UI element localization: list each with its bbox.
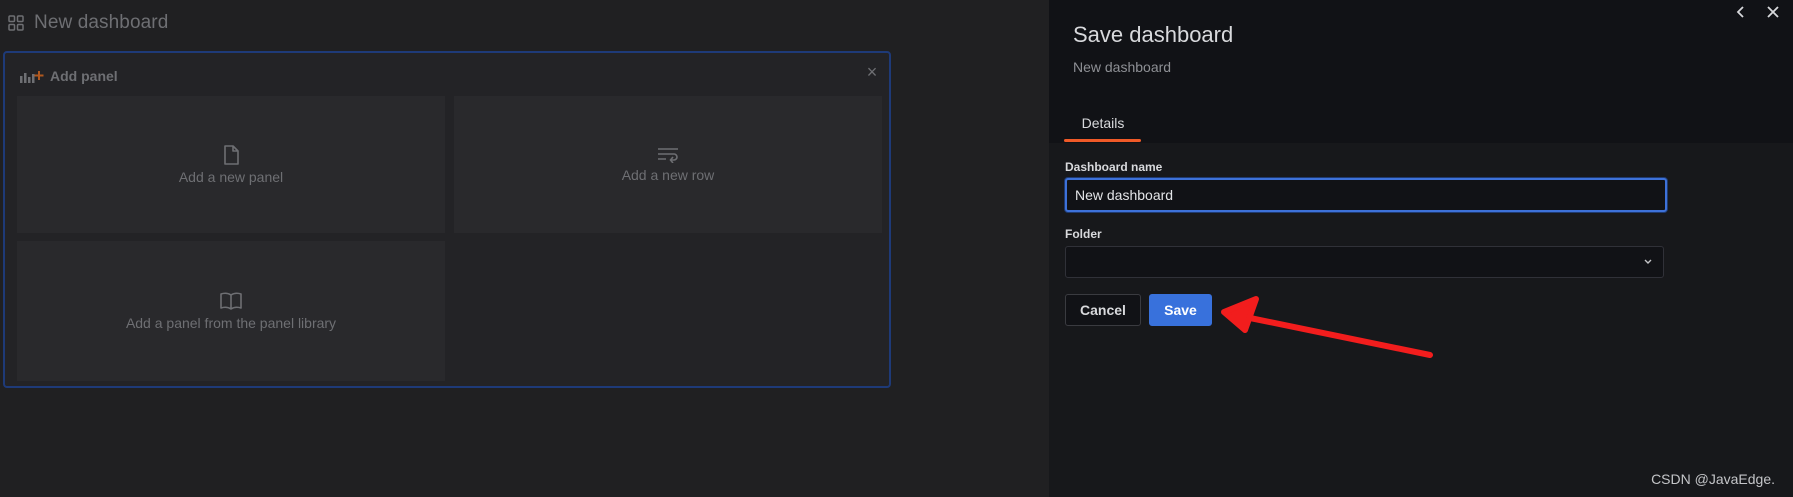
dashboard-name-label: Dashboard name xyxy=(1065,160,1163,174)
dashboard-name-input[interactable]: New dashboard xyxy=(1065,178,1667,212)
screen: New dashboard Add panel × Add a new pane… xyxy=(0,0,1793,497)
file-icon xyxy=(224,144,239,165)
folder-label: Folder xyxy=(1065,227,1102,241)
save-dashboard-drawer: Save dashboard New dashboard Details Das… xyxy=(1049,0,1793,497)
dashboard-header: New dashboard xyxy=(8,10,168,36)
add-new-panel-label: Add a new panel xyxy=(178,168,284,185)
add-panel-widget: Add panel × Add a new panel Add a new ro… xyxy=(3,51,891,388)
add-new-row-label: Add a new row xyxy=(621,166,715,183)
active-tab-indicator xyxy=(1064,139,1141,142)
chevron-left-icon[interactable] xyxy=(1733,2,1749,22)
add-library-panel-option[interactable]: Add a panel from the panel library xyxy=(17,241,445,381)
add-new-row-option[interactable]: Add a new row xyxy=(454,96,882,233)
add-library-panel-label: Add a panel from the panel library xyxy=(125,315,337,331)
grid-icon xyxy=(8,15,24,31)
close-icon[interactable] xyxy=(1765,2,1781,22)
drawer-controls xyxy=(1733,2,1781,22)
chevron-down-icon xyxy=(1644,259,1652,264)
drawer-subtitle: New dashboard xyxy=(1073,59,1172,75)
row-icon xyxy=(658,147,678,163)
save-button[interactable]: Save xyxy=(1149,294,1212,326)
folder-select[interactable] xyxy=(1065,246,1664,278)
book-open-icon xyxy=(220,292,242,310)
add-panel-icon xyxy=(20,71,44,83)
dashboard-area: New dashboard Add panel × Add a new pane… xyxy=(0,0,1049,497)
close-icon[interactable]: × xyxy=(863,63,881,81)
dashboard-title: New dashboard xyxy=(34,12,169,33)
add-new-panel-option[interactable]: Add a new panel xyxy=(17,96,445,233)
cancel-button[interactable]: Cancel xyxy=(1065,294,1141,326)
add-panel-title: Add panel xyxy=(50,68,118,84)
add-panel-header: Add panel xyxy=(19,67,118,85)
watermark: CSDN @JavaEdge. xyxy=(1651,471,1775,487)
drawer-title: Save dashboard xyxy=(1073,22,1234,47)
